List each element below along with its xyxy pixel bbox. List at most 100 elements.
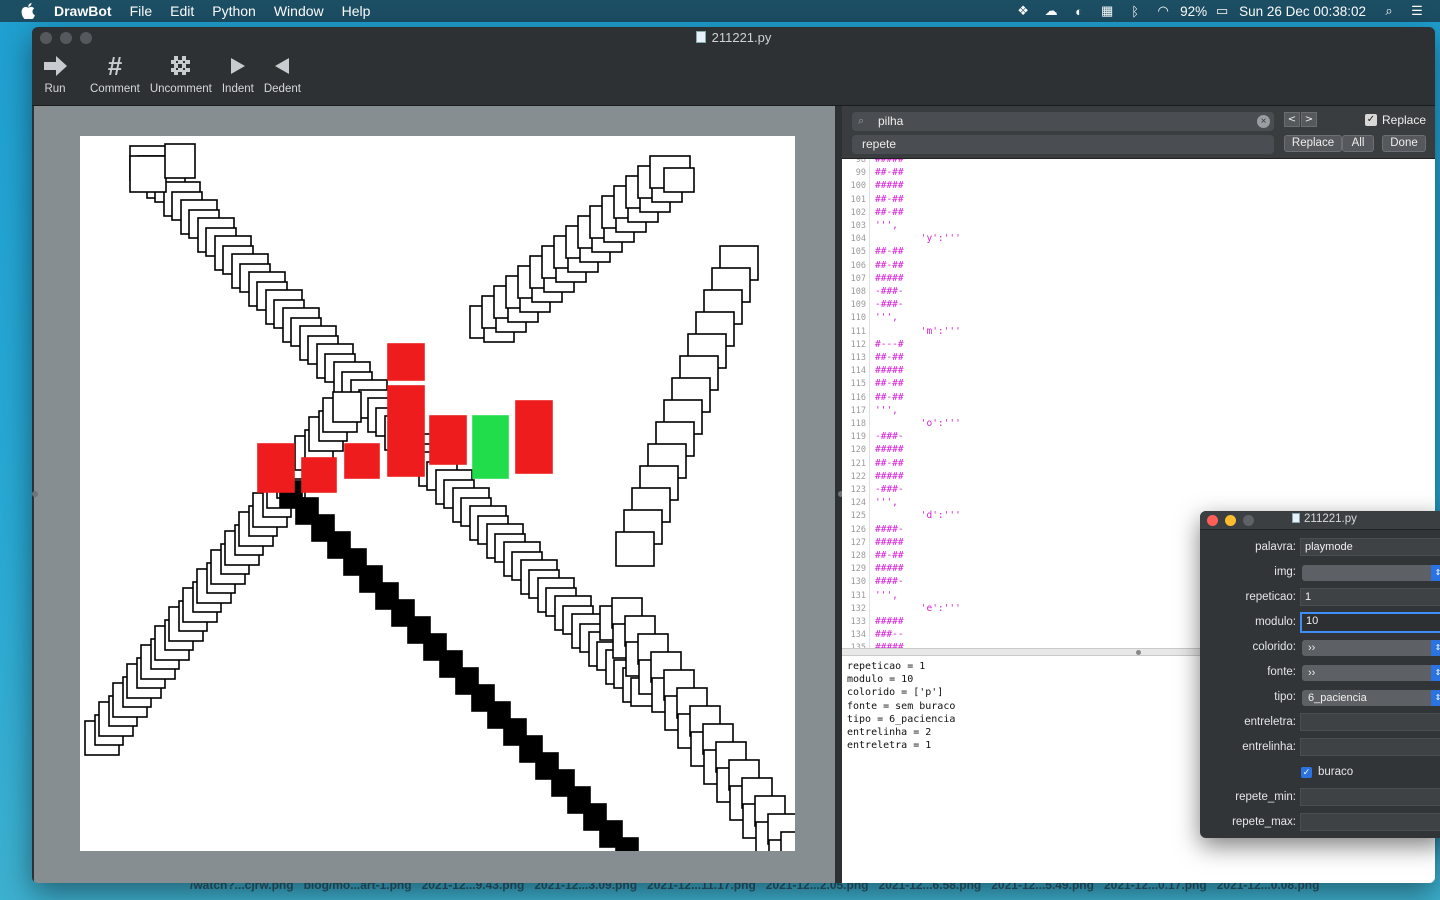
code-line[interactable]: 134 ###--: [842, 628, 904, 641]
code-line[interactable]: 121 ##-##: [842, 457, 904, 470]
code-line[interactable]: 113 ##-##: [842, 351, 904, 364]
code-line[interactable]: 102 ##-##: [842, 206, 904, 219]
palavra-field[interactable]: playmode: [1300, 538, 1440, 556]
code-line[interactable]: 130 ####-: [842, 575, 904, 588]
code-text: ##-##: [875, 378, 904, 390]
comment-button[interactable]: # Comment: [90, 49, 140, 105]
find-next-button[interactable]: >: [1301, 112, 1317, 127]
replace-all-button[interactable]: All: [1342, 135, 1374, 152]
code-line[interactable]: 119 -###-: [842, 430, 904, 443]
code-line[interactable]: 105 ##-##: [842, 245, 904, 258]
code-line[interactable]: 128 ##-##: [842, 549, 904, 562]
code-line[interactable]: 125 'd':''': [842, 509, 961, 522]
repeticao-field[interactable]: 1: [1300, 588, 1440, 606]
find-input[interactable]: ⌕ pilha ×: [852, 112, 1274, 131]
code-line[interactable]: 115 ##-##: [842, 377, 904, 390]
uncomment-button[interactable]: Uncomment: [150, 49, 212, 105]
code-line[interactable]: 114 #####: [842, 364, 904, 377]
menu-edit[interactable]: Edit: [170, 3, 194, 19]
modulo-field[interactable]: 10: [1300, 612, 1440, 633]
img-select[interactable]: ⇕: [1302, 565, 1440, 581]
panel-minimize-button[interactable]: [1225, 515, 1236, 526]
spotlight-search-icon[interactable]: ⌕: [1378, 3, 1400, 19]
done-button[interactable]: Done: [1382, 135, 1426, 152]
buraco-checkbox[interactable]: ✓: [1301, 766, 1312, 778]
replace-input[interactable]: repete: [852, 135, 1274, 154]
replace-button[interactable]: Replace: [1284, 135, 1342, 152]
code-text: ##-##: [875, 206, 904, 218]
menu-python[interactable]: Python: [212, 3, 256, 19]
left-resize-handle[interactable]: [32, 491, 38, 497]
indent-button[interactable]: Indent: [222, 49, 254, 105]
menu-window[interactable]: Window: [274, 3, 324, 19]
code-line[interactable]: 107 #####: [842, 272, 904, 285]
code-line[interactable]: 111 'm':''': [842, 325, 961, 338]
battery-percent[interactable]: 92%: [1180, 4, 1207, 19]
clear-search-icon[interactable]: ×: [1257, 115, 1270, 128]
creative-cloud-icon[interactable]: ❖: [1012, 3, 1034, 19]
code-line[interactable]: 108 -###-: [842, 285, 904, 298]
buraco-toggle[interactable]: ✓ buraco: [1301, 766, 1353, 778]
code-text: ##-##: [875, 550, 904, 561]
entrelinha-field[interactable]: [1300, 738, 1440, 756]
code-line[interactable]: 118 'o':''': [842, 417, 961, 430]
code-line[interactable]: 117 ''',: [842, 404, 898, 417]
code-line[interactable]: 104 'y':''': [842, 232, 961, 245]
entreletra-field[interactable]: [1300, 713, 1440, 731]
code-line[interactable]: 123 -###-: [842, 483, 904, 496]
code-line[interactable]: 133 #####: [842, 615, 904, 628]
code-line[interactable]: 103 ''',: [842, 219, 898, 232]
code-line[interactable]: 127 #####: [842, 536, 904, 549]
code-text: 'm':''': [875, 325, 961, 337]
code-text: #####: [875, 272, 904, 284]
code-line[interactable]: 120 #####: [842, 443, 904, 456]
repete-min-field[interactable]: [1300, 788, 1440, 806]
code-line[interactable]: 99 ##-##: [842, 166, 904, 179]
code-line[interactable]: 126 ####-: [842, 523, 904, 536]
find-input-value: pilha: [878, 114, 904, 128]
code-line[interactable]: 135#####: [842, 641, 904, 648]
code-line[interactable]: 112 #---#: [842, 338, 904, 351]
canvas-pane[interactable]: [32, 106, 844, 883]
code-line[interactable]: 106 ##-##: [842, 259, 904, 272]
code-line[interactable]: 100 #####: [842, 179, 904, 192]
drawing-art: [84, 143, 812, 875]
tipo-select[interactable]: 6_paciencia ⇕: [1302, 690, 1440, 706]
code-line[interactable]: 124 ''',: [842, 496, 898, 509]
menu-app-name[interactable]: DrawBot: [54, 3, 112, 19]
contrast-icon[interactable]: ◐: [1068, 3, 1090, 19]
calendar-icon[interactable]: ▦: [1096, 3, 1118, 19]
bluetooth-icon[interactable]: ᛒ: [1124, 3, 1146, 19]
panel-zoom-button[interactable]: [1243, 515, 1254, 526]
repete-max-field[interactable]: [1300, 813, 1440, 831]
code-line[interactable]: 129 #####: [842, 562, 904, 575]
panel-close-button[interactable]: [1207, 515, 1218, 526]
cloud-sync-icon[interactable]: ☁: [1040, 3, 1062, 19]
fonte-select[interactable]: ›› ⇕: [1302, 665, 1440, 681]
dedent-button[interactable]: Dedent: [264, 49, 301, 105]
apple-icon[interactable]: [20, 3, 36, 19]
run-button[interactable]: Run: [42, 49, 68, 105]
replace-checkbox[interactable]: ✓: [1365, 114, 1377, 126]
colorido-select[interactable]: ›› ⇕: [1302, 640, 1440, 656]
hash-icon: #: [107, 50, 123, 81]
code-line[interactable]: 109 -###-: [842, 298, 904, 311]
toolbar: Run # Comment Uncomment Indent Dedent: [32, 49, 1435, 105]
menu-file[interactable]: File: [130, 3, 153, 19]
menu-help[interactable]: Help: [342, 3, 371, 19]
replace-toggle[interactable]: ✓ Replace: [1365, 113, 1426, 127]
code-line[interactable]: 101 ##-##: [842, 193, 904, 206]
battery-icon[interactable]: ▭: [1211, 3, 1233, 19]
code-line[interactable]: 98 #####: [842, 159, 904, 166]
notification-center-icon[interactable]: ☰: [1406, 3, 1428, 19]
wifi-icon[interactable]: ◠: [1152, 3, 1174, 19]
code-line[interactable]: 122 #####: [842, 470, 904, 483]
code-text: 'o':''': [875, 418, 961, 429]
drawing-canvas[interactable]: [80, 136, 812, 875]
find-previous-button[interactable]: <: [1284, 112, 1300, 127]
clock[interactable]: Sun 26 Dec 00:38:02: [1239, 4, 1366, 19]
code-line[interactable]: 132 'e':''': [842, 602, 961, 615]
code-line[interactable]: 110 ''',: [842, 311, 898, 324]
code-line[interactable]: 131 ''',: [842, 589, 898, 602]
code-line[interactable]: 116 ##-##: [842, 391, 904, 404]
